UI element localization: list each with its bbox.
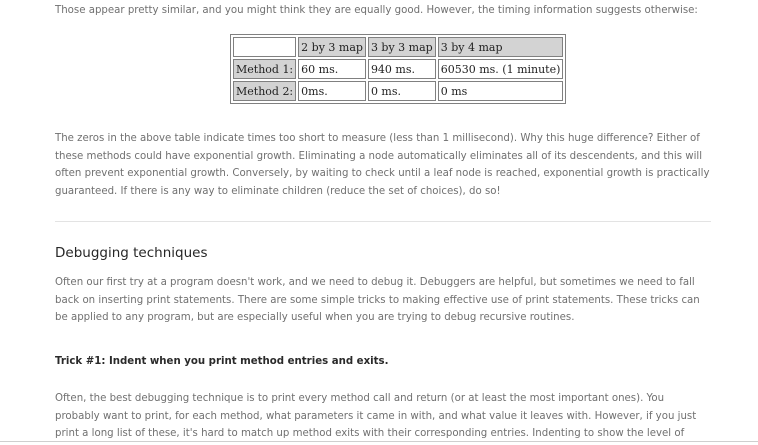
often-paragraph: Often, the best debugging technique is t… <box>55 393 697 439</box>
table-header-row: 2 by 3 map 3 by 3 map 3 by 4 map <box>233 37 564 57</box>
section-heading: Debugging techniques <box>55 245 208 261</box>
section-divider <box>55 221 711 222</box>
table-cell: 0ms. <box>298 81 366 101</box>
table-row: Method 1: 60 ms. 940 ms. 60530 ms. (1 mi… <box>233 59 564 79</box>
table-cell: 940 ms. <box>367 59 436 79</box>
debugging-paragraph: Often our first try at a program doesn't… <box>55 277 700 323</box>
table-cell: 60530 ms. (1 minute) <box>437 59 564 79</box>
table-cell: 0 ms. <box>367 81 436 101</box>
row-label: Method 2: <box>233 81 297 101</box>
table-header-cell: 2 by 3 map <box>298 37 366 57</box>
timing-table: 2 by 3 map 3 by 3 map 3 by 4 map Method … <box>230 34 567 104</box>
zeros-paragraph: The zeros in the above table indicate ti… <box>55 133 710 197</box>
table-cell: 0 ms <box>437 81 564 101</box>
table-header-cell: 3 by 4 map <box>437 37 564 57</box>
trick-heading: Trick #1: Indent when you print method e… <box>55 356 389 367</box>
table-row: Method 2: 0ms. 0 ms. 0 ms <box>233 81 564 101</box>
table-header-cell: 3 by 3 map <box>367 37 436 57</box>
intro-text: Those appear pretty similar, and you mig… <box>55 5 698 16</box>
table-cell: 60 ms. <box>298 59 366 79</box>
bottom-rule <box>0 441 758 442</box>
table-corner-cell <box>233 37 297 57</box>
row-label: Method 1: <box>233 59 297 79</box>
